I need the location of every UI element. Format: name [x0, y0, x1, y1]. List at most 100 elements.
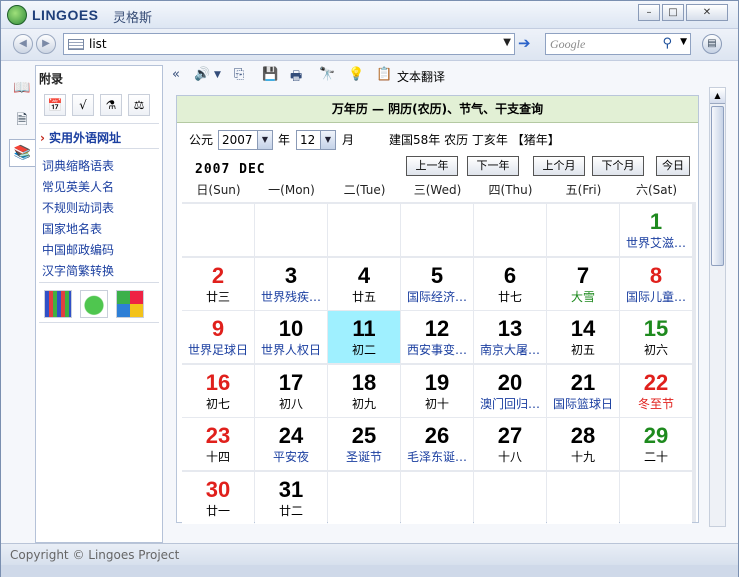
tetris-game-icon[interactable]: [44, 290, 72, 318]
close-button[interactable]: ✕: [686, 4, 728, 21]
tab-dictionary[interactable]: 📖: [9, 75, 35, 103]
units-tool-button[interactable]: ⚖: [128, 94, 150, 116]
day-cell[interactable]: 2 廿三: [182, 257, 254, 310]
day-cell[interactable]: 25 圣诞节: [328, 418, 400, 470]
day-cell[interactable]: 21 国际篮球日: [547, 364, 619, 417]
sidebar-link[interactable]: 汉字简繁转换: [42, 262, 114, 279]
translate-text-button[interactable]: 文本翻译: [397, 68, 445, 85]
day-cell[interactable]: 31 廿二: [255, 471, 327, 524]
maximize-button[interactable]: □: [662, 4, 684, 21]
day-number: 7: [576, 262, 590, 288]
sidebar-link[interactable]: 国家地名表: [42, 220, 102, 237]
next-month-button[interactable]: 下个月: [592, 156, 644, 176]
search-input[interactable]: Google ⚲ ▼: [545, 33, 691, 55]
translate-text-icon[interactable]: 📋: [376, 67, 392, 82]
address-dropdown-icon[interactable]: ▼: [503, 37, 511, 48]
lunar-date-label: 廿二: [278, 503, 303, 518]
next-year-button[interactable]: 下一年: [467, 156, 519, 176]
day-cell[interactable]: 23 十四: [182, 418, 254, 470]
search-icon[interactable]: ⚲: [662, 36, 672, 51]
day-cell[interactable]: 10 世界人权日: [255, 311, 327, 363]
day-number: 30: [205, 476, 231, 502]
dragon-game-icon[interactable]: [80, 290, 108, 318]
speaker-dropdown-icon[interactable]: ▼: [214, 70, 221, 80]
today-button[interactable]: 今日: [656, 156, 690, 176]
speaker-icon[interactable]: 🔊: [194, 67, 210, 82]
day-cell[interactable]: 6 廿七: [474, 257, 546, 310]
day-cell[interactable]: 27 十八: [474, 418, 546, 470]
day-cell[interactable]: 15 初六: [620, 311, 692, 363]
forward-button[interactable]: ▶: [36, 34, 56, 54]
lunar-date-label: 初九: [351, 396, 376, 411]
puzzle-game-icon[interactable]: [116, 290, 144, 318]
chevron-down-icon: ▼: [257, 131, 272, 149]
gongyuan-label: 公元: [189, 133, 214, 147]
sidebar-section-heading[interactable]: › 实用外语网址: [40, 129, 121, 146]
main-menu-button[interactable]: ▤: [702, 34, 722, 54]
collapse-sidebar-icon[interactable]: «: [172, 67, 180, 82]
scroll-thumb[interactable]: [711, 106, 724, 266]
sidebar-divider: [39, 148, 159, 149]
prev-year-button[interactable]: 上一年: [406, 156, 458, 176]
help-lightbulb-icon[interactable]: 💡: [348, 67, 364, 82]
day-cell[interactable]: 14 初五: [547, 311, 619, 363]
sidebar-link[interactable]: 不规则动词表: [42, 199, 114, 216]
empty-day-cell: [401, 471, 473, 524]
back-button[interactable]: ◀: [13, 34, 33, 54]
sidebar-link[interactable]: 词典缩略语表: [42, 157, 114, 174]
copy-icon[interactable]: ⎘: [234, 67, 244, 82]
day-cell[interactable]: 11 初二: [328, 311, 400, 363]
day-cell[interactable]: 5 国际经济…: [401, 257, 473, 310]
sidebar-link[interactable]: 常见英美人名: [42, 178, 114, 195]
lunar-date-label: 初六: [643, 343, 668, 357]
tab-document[interactable]: 🗎: [9, 107, 35, 135]
print-icon[interactable]: 🖶: [290, 67, 302, 89]
day-cell[interactable]: 17 初八: [255, 364, 327, 417]
day-cell[interactable]: 1 世界艾滋…: [620, 204, 692, 256]
day-cell[interactable]: 30 廿一: [182, 471, 254, 524]
day-number: 15: [643, 316, 669, 341]
day-cell[interactable]: 8 国际儿童…: [620, 257, 692, 310]
day-number: 13: [497, 316, 523, 341]
address-input[interactable]: list ▼: [63, 33, 515, 55]
calendar-tool-button[interactable]: 📅: [44, 94, 66, 116]
day-cell[interactable]: 19 初十: [401, 364, 473, 417]
day-cell[interactable]: 20 澳门回归…: [474, 364, 546, 417]
day-cell[interactable]: 12 西安事变…: [401, 311, 473, 363]
day-number: 24: [278, 423, 304, 448]
lunar-date-label: 国际篮球日: [552, 396, 613, 411]
day-cell[interactable]: 26 毛泽东诞…: [401, 418, 473, 470]
go-arrow-icon[interactable]: ➔: [518, 35, 536, 53]
day-cell[interactable]: 29 二十: [620, 418, 692, 470]
day-cell[interactable]: 3 世界残疾…: [255, 257, 327, 310]
day-cell[interactable]: 28 十九: [547, 418, 619, 470]
lunar-date-label: 十四: [205, 450, 230, 464]
math-tool-button[interactable]: √: [72, 94, 94, 116]
sidebar-link[interactable]: 中国邮政编码: [42, 241, 114, 258]
minimize-button[interactable]: –: [638, 4, 660, 21]
chemistry-tool-button[interactable]: ⚗: [100, 94, 122, 116]
vertical-scrollbar[interactable]: ▲: [709, 87, 726, 527]
lunar-date-label: 世界艾滋…: [625, 236, 686, 250]
day-cell[interactable]: 13 南京大屠…: [474, 311, 546, 363]
main-toolbar: « 🔊 ▼ ⎘ 💾 🖶 🔭 💡 📋 文本翻译: [164, 65, 724, 87]
save-icon[interactable]: 💾: [262, 67, 278, 82]
title-bar: LINGOES 灵格斯 – □ ✕: [1, 1, 738, 29]
month-select[interactable]: 12 ▼: [296, 130, 336, 150]
day-cell[interactable]: 18 初九: [328, 364, 400, 417]
day-cell[interactable]: 4 廿五: [328, 257, 400, 310]
calendar-icon: 📅: [47, 98, 63, 112]
year-select[interactable]: 2007 ▼: [218, 130, 273, 150]
prev-month-button[interactable]: 上个月: [533, 156, 585, 176]
chevron-down-icon: ▼: [320, 131, 335, 149]
tab-appendix[interactable]: 📚: [9, 139, 35, 167]
scroll-up-icon[interactable]: ▲: [710, 88, 725, 104]
lunar-date-label: 澳门回归…: [479, 396, 540, 411]
day-cell[interactable]: 16 初七: [182, 364, 254, 417]
find-binoculars-icon[interactable]: 🔭: [319, 67, 335, 82]
day-cell[interactable]: 24 平安夜: [255, 418, 327, 470]
search-engine-dropdown-icon[interactable]: ▼: [680, 37, 687, 47]
day-cell[interactable]: 7 大雪: [547, 257, 619, 310]
day-cell[interactable]: 22 冬至节: [620, 364, 692, 417]
day-cell[interactable]: 9 世界足球日: [182, 311, 254, 363]
